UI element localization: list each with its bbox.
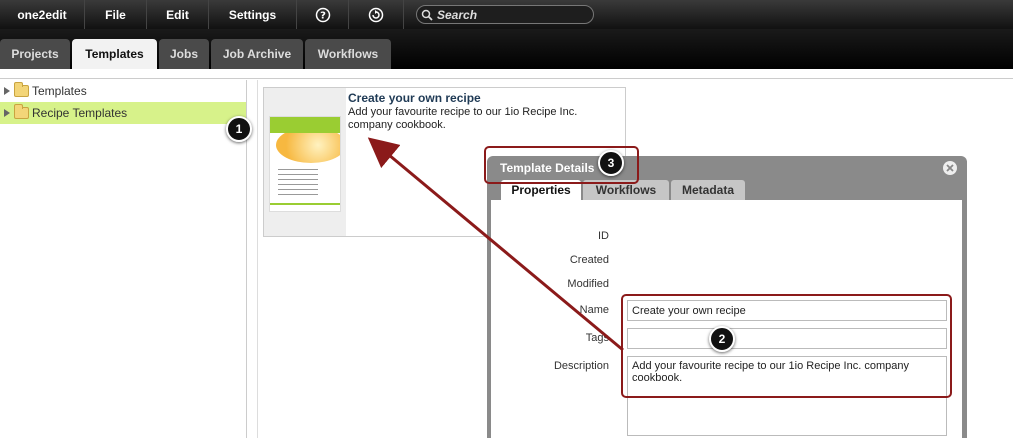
search-icon	[421, 9, 433, 21]
tab-jobs[interactable]: Jobs	[159, 39, 209, 69]
tree-item-recipe-templates[interactable]: Recipe Templates	[0, 102, 246, 124]
template-thumbnail-frame	[264, 88, 346, 236]
tree-item-label: Recipe Templates	[32, 106, 128, 120]
expand-arrow-icon[interactable]	[4, 109, 10, 117]
help-button[interactable]: ?	[297, 0, 349, 29]
dialog-tab-metadata[interactable]: Metadata	[671, 180, 745, 200]
dialog-close-button[interactable]	[943, 161, 957, 175]
highlight-properties-fields	[621, 294, 952, 398]
template-description: Add your favourite recipe to our 1io Rec…	[348, 106, 578, 131]
tab-workflows[interactable]: Workflows	[305, 39, 391, 69]
label-id: ID	[598, 230, 609, 242]
label-created: Created	[569, 254, 609, 266]
tab-templates[interactable]: Templates	[72, 39, 157, 69]
annotation-badge-1: 1	[226, 116, 252, 142]
thumbnail-text-lines	[278, 169, 318, 199]
tree-item-templates[interactable]: Templates	[0, 80, 246, 102]
search-input[interactable]	[437, 7, 587, 22]
template-thumbnail	[269, 116, 341, 212]
template-folder-tree: Templates Recipe Templates	[0, 80, 247, 438]
tab-job-archive[interactable]: Job Archive	[211, 39, 303, 69]
annotation-badge-3: 3	[598, 150, 624, 176]
label-tags: Tags	[585, 332, 609, 344]
svg-text:?: ?	[320, 10, 326, 21]
expand-arrow-icon[interactable]	[4, 87, 10, 95]
thumbnail-footer-line	[270, 203, 340, 205]
menu-edit[interactable]: Edit	[147, 0, 209, 29]
search-box[interactable]	[416, 5, 594, 24]
label-name: Name	[579, 304, 609, 316]
refresh-button[interactable]	[349, 0, 404, 29]
tab-projects[interactable]: Projects	[0, 39, 70, 69]
folder-icon	[14, 82, 29, 97]
tree-item-label: Templates	[32, 84, 87, 98]
content-divider	[0, 78, 1013, 79]
label-modified: Modified	[567, 278, 609, 290]
app-menu-one2edit[interactable]: one2edit	[0, 0, 85, 29]
help-icon: ?	[315, 7, 330, 22]
close-icon	[946, 164, 954, 172]
refresh-icon	[368, 7, 384, 22]
menu-settings[interactable]: Settings	[209, 0, 297, 29]
panel-divider	[257, 80, 258, 438]
template-title: Create your own recipe	[348, 91, 481, 105]
menu-file[interactable]: File	[85, 0, 147, 29]
label-description: Description	[553, 360, 609, 372]
folder-icon	[14, 104, 29, 119]
annotation-badge-2: 2	[709, 326, 735, 352]
thumbnail-header-band	[270, 117, 340, 133]
main-tab-bar: Projects Templates Jobs Job Archive Work…	[0, 29, 1013, 69]
